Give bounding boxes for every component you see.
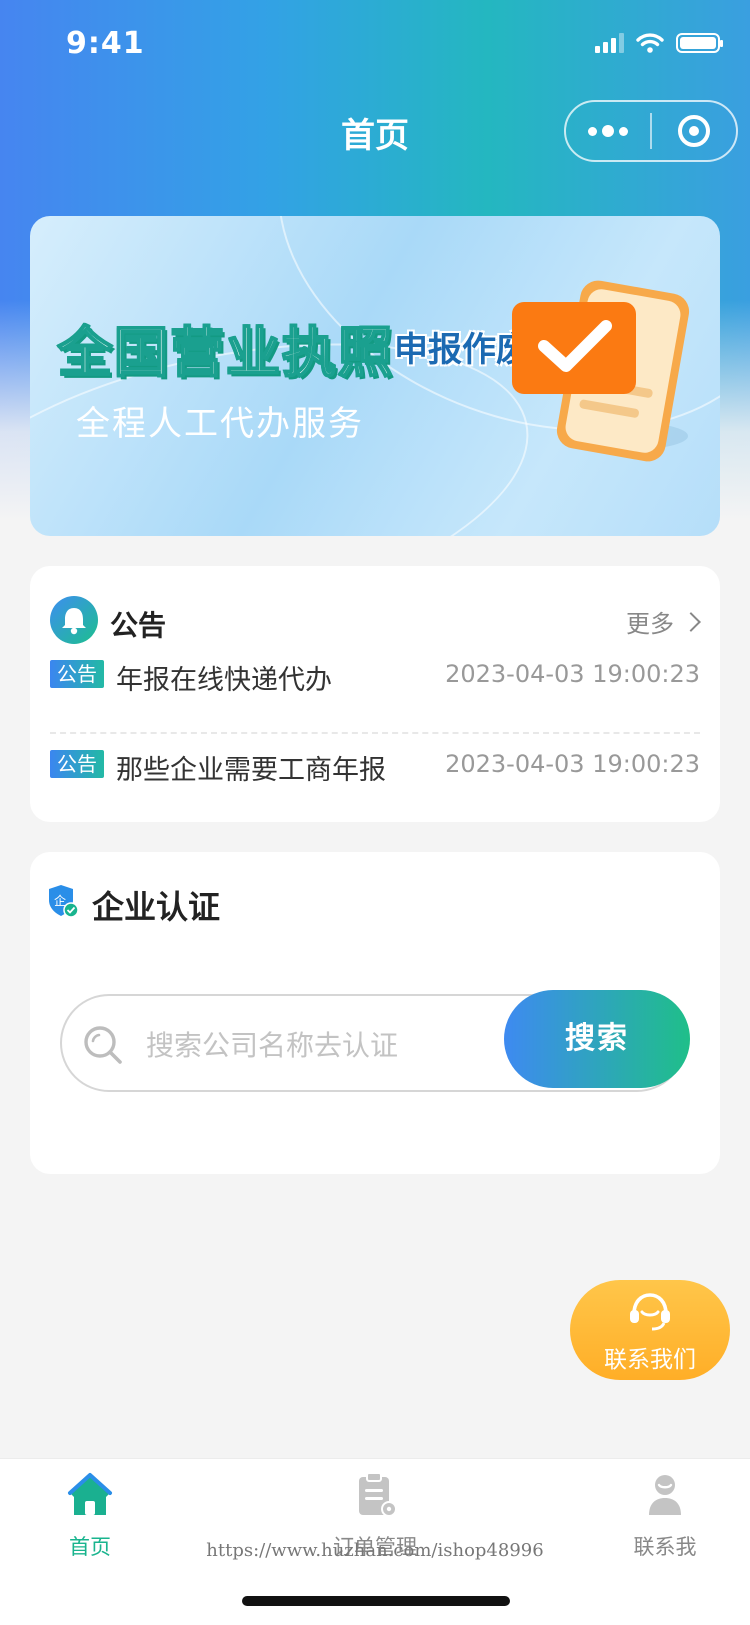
home-icon [68,1473,112,1515]
banner-subtitle: 全程人工代办服务 [76,404,364,444]
banner-title: 全国营业执照 [57,320,394,385]
status-bar: 9:41 [0,0,750,88]
dot-icon [588,126,597,136]
search-placeholder: 搜索公司名称去认证 [146,1029,399,1062]
status-time: 9:41 [66,26,145,61]
notice-title: 公告 [110,609,167,642]
chevron-right-icon [681,611,701,632]
notice-tag: 公告 [50,660,104,688]
dot-icon [602,125,614,137]
dot-icon [619,126,628,136]
battery-icon [676,33,723,53]
notice-divider [50,732,700,734]
headset-icon [630,1293,670,1331]
user-icon [649,1475,681,1515]
mini-program-capsule [564,100,738,162]
notice-card: 公告 更多 公告 年报在线快递代办 2023-04-03 19:00:23 公告… [30,566,720,822]
notice-time: 2023-04-03 19:00:23 [445,660,700,688]
contact-us-label: 联系我们 [604,1347,696,1373]
cellular-signal-icon [595,33,624,53]
svg-text:企: 企 [54,893,66,908]
search-button[interactable]: 搜索 [504,990,690,1088]
document-check-illustration [512,280,690,462]
notice-tag: 公告 [50,750,104,778]
more-options-button[interactable] [566,125,650,137]
target-icon [677,115,710,147]
notice-time: 2023-04-03 19:00:23 [445,750,700,778]
notice-text: 那些企业需要工商年报 [116,755,386,786]
status-icons [595,32,723,54]
clipboard-icon [359,1472,397,1517]
certification-card: 企 企业认证 搜索公司名称去认证 搜索 [30,852,720,1174]
more-label: 更多 [626,610,674,638]
watermark-text: https://www.huzhan.com/ishop48996 [206,1540,544,1561]
notice-item[interactable]: 公告 那些企业需要工商年报 2023-04-03 19:00:23 [50,736,700,796]
certification-title: 企业认证 [92,888,221,926]
notice-text: 年报在线快递代办 [116,665,332,696]
shield-check-icon: 企 [49,885,78,918]
promo-banner[interactable]: 全国营业执照 申报作废 全程人工代办服务 [30,216,720,536]
contact-us-button[interactable]: 联系我们 [570,1280,730,1380]
bell-icon [50,596,98,644]
notice-more-link[interactable]: 更多 [626,604,701,639]
close-program-button[interactable] [652,115,736,147]
search-icon [84,1026,122,1064]
home-indicator [242,1596,510,1606]
notice-item[interactable]: 公告 年报在线快递代办 2023-04-03 19:00:23 [50,646,700,706]
wifi-icon [636,33,664,53]
